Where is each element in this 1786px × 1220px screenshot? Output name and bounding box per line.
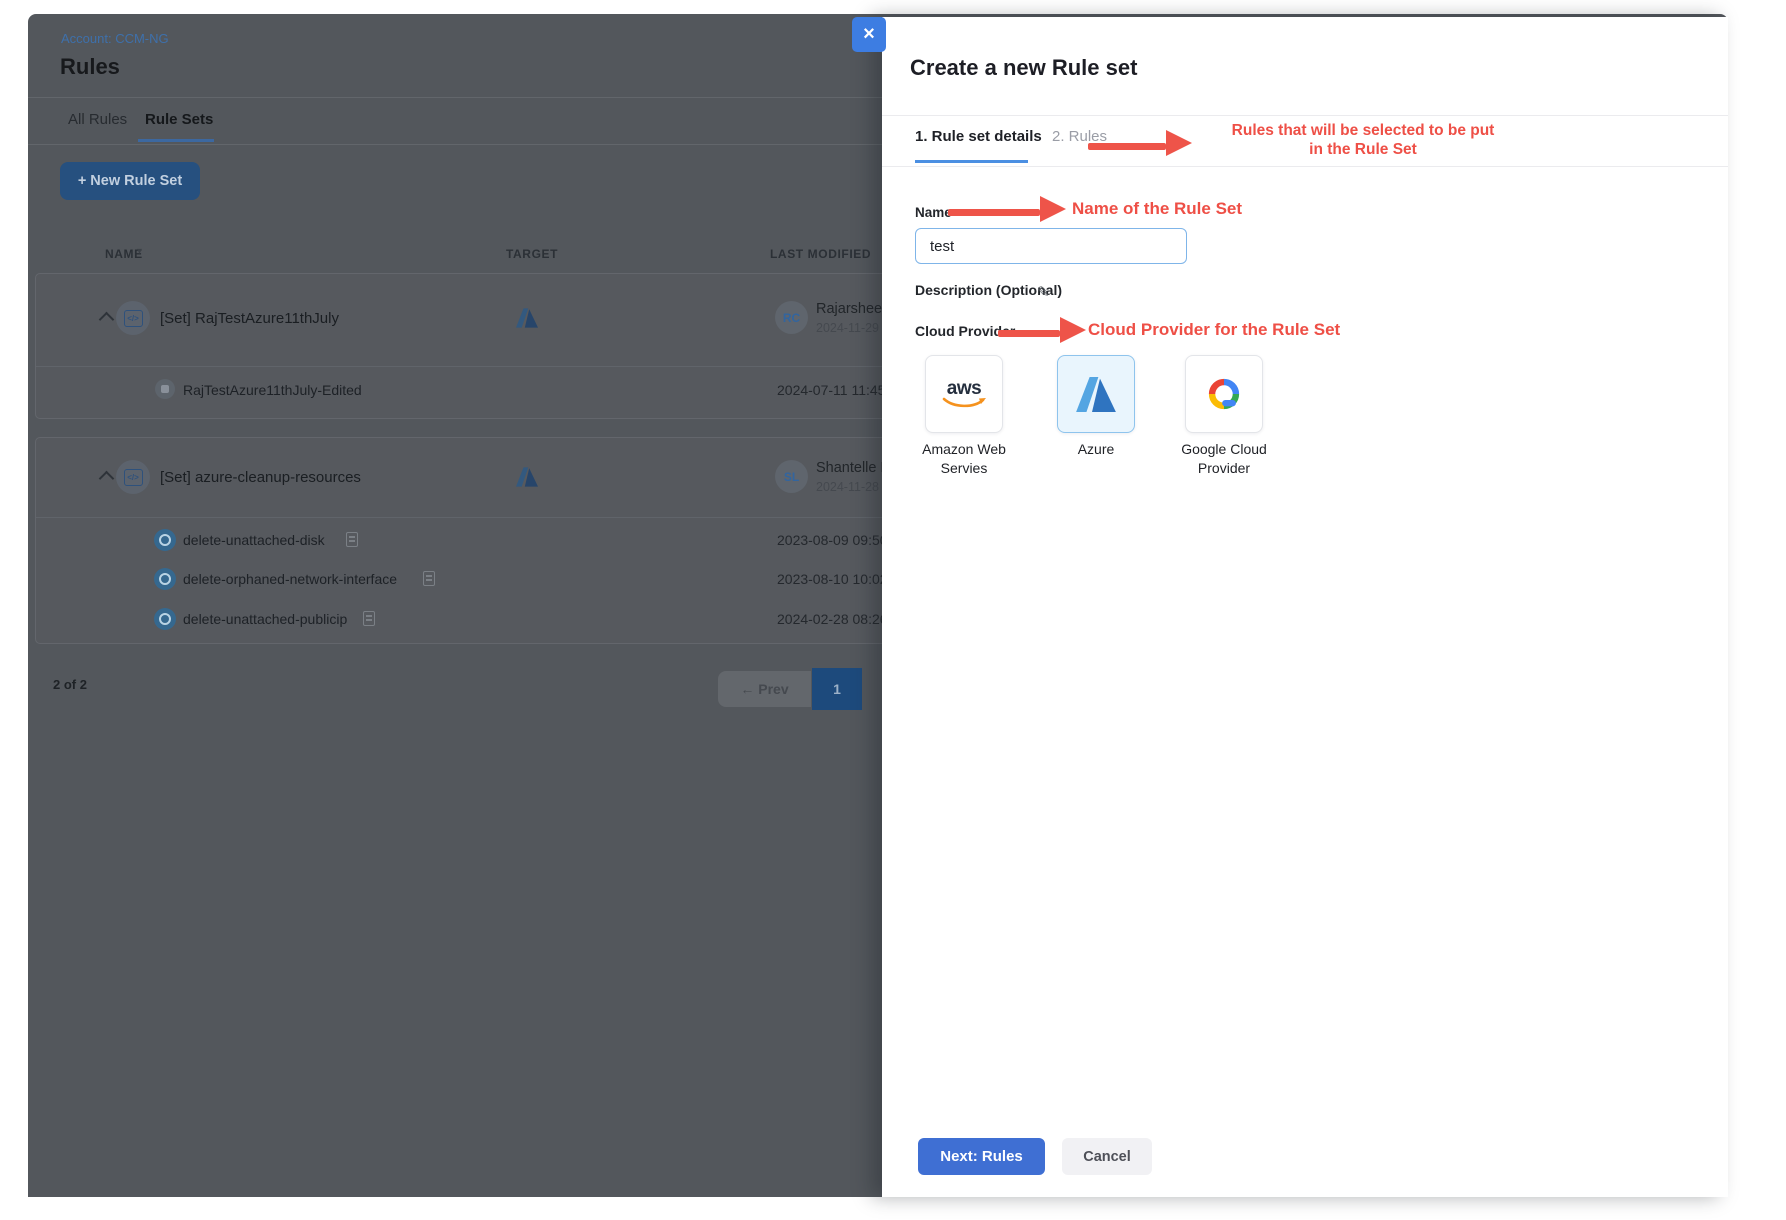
provider-label-gcp: Google Cloud Provider (1164, 440, 1284, 478)
code-tag-icon (124, 310, 143, 327)
annotation-arrow-steps (1088, 143, 1166, 150)
azure-target-icon (516, 467, 538, 487)
create-rule-set-drawer: × Create a new Rule set 1. Rule set deta… (882, 17, 1728, 1197)
provider-label-aws: Amazon Web Servies (905, 440, 1023, 478)
annotation-arrowhead-name (1040, 196, 1066, 222)
provider-card-azure[interactable] (1057, 355, 1135, 433)
document-icon[interactable] (423, 571, 435, 586)
rule-set-icon (116, 301, 150, 335)
tab-rule-sets[interactable]: Rule Sets (145, 111, 213, 128)
sort-caret-icon[interactable]: ▾ (137, 246, 142, 257)
annotation-steps-note: Rules that will be selected to be put in… (1195, 121, 1531, 159)
rule-modified-date: 2023-08-10 10:02 (777, 571, 888, 587)
annotation-steps-note-line2: in the Rule Set (1195, 140, 1531, 159)
annotation-arrow-name (948, 209, 1040, 216)
steps-divider (882, 166, 1728, 167)
rule-name[interactable]: delete-orphaned-network-interface (183, 571, 397, 587)
annotation-steps-note-line1: Rules that will be selected to be put (1195, 121, 1531, 140)
rule-icon (154, 568, 176, 590)
rule-modified-date: 2023-08-09 09:50 (777, 532, 888, 548)
drawer-divider (882, 115, 1728, 116)
provider-card-aws[interactable]: aws (925, 355, 1003, 433)
step-rule-set-details[interactable]: 1. Rule set details (915, 128, 1042, 145)
active-tab-underline (138, 139, 214, 142)
rule-name[interactable]: delete-unattached-disk (183, 532, 325, 548)
last-modified-author: Shantelle L (816, 460, 889, 476)
annotation-arrowhead-provider (1060, 317, 1086, 343)
rule-set-name[interactable]: [Set] azure-cleanup-resources (160, 469, 361, 486)
rule-icon (154, 529, 176, 551)
screenshot-canvas: Account: CCM-NG Rules All Rules Rule Set… (0, 0, 1786, 1220)
document-icon[interactable] (363, 611, 375, 626)
rule-modified-date: 2024-02-28 08:26 (777, 611, 888, 627)
annotation-name-note: Name of the Rule Set (1072, 199, 1242, 219)
rule-name[interactable]: RajTestAzure11thJuly-Edited (183, 382, 362, 398)
name-label: Name (915, 205, 952, 220)
azure-logo-icon (1076, 377, 1116, 412)
pagination-prev-button[interactable]: ← Prev (718, 671, 811, 707)
gcp-logo-icon (1202, 375, 1246, 413)
rule-set-icon (116, 460, 150, 494)
new-rule-set-button[interactable]: + New Rule Set (60, 162, 200, 200)
azure-target-icon (516, 308, 538, 328)
rule-set-name[interactable]: [Set] RajTestAzure11thJuly (160, 310, 339, 327)
annotation-arrowhead-steps (1166, 130, 1192, 156)
provider-label-azure: Azure (1017, 440, 1175, 459)
annotation-provider-note: Cloud Provider for the Rule Set (1088, 320, 1340, 340)
pencil-icon[interactable]: ✎ (1037, 283, 1050, 301)
rule-name[interactable]: delete-unattached-publicip (183, 611, 347, 627)
page-title: Rules (60, 54, 120, 80)
chevron-up-icon[interactable] (99, 312, 115, 328)
rule-modified-date: 2024-07-11 11:45 A (777, 382, 898, 398)
cancel-button[interactable]: Cancel (1062, 1138, 1152, 1175)
pagination-page-1-button[interactable]: 1 (812, 668, 862, 710)
account-breadcrumb[interactable]: Account: CCM-NG (61, 31, 169, 46)
aws-logo-icon: aws (941, 380, 987, 409)
avatar: RC (775, 301, 808, 334)
close-button[interactable]: × (852, 17, 886, 52)
rule-icon (154, 608, 176, 630)
close-icon: × (863, 23, 875, 46)
avatar: SL (775, 460, 808, 493)
name-input[interactable] (915, 228, 1187, 264)
column-header-last-modified: LAST MODIFIED (770, 247, 871, 261)
drawer-title: Create a new Rule set (910, 55, 1137, 81)
pagination-summary: 2 of 2 (53, 677, 87, 692)
code-tag-icon (124, 469, 143, 486)
active-step-underline (915, 160, 1028, 163)
rule-icon (155, 379, 175, 399)
provider-card-gcp[interactable] (1185, 355, 1263, 433)
tab-all-rules[interactable]: All Rules (68, 111, 127, 128)
chevron-up-icon[interactable] (99, 471, 115, 487)
column-header-target: TARGET (506, 247, 558, 261)
document-icon[interactable] (346, 532, 358, 547)
next-rules-button[interactable]: Next: Rules (918, 1138, 1045, 1175)
annotation-arrow-provider (998, 330, 1060, 337)
